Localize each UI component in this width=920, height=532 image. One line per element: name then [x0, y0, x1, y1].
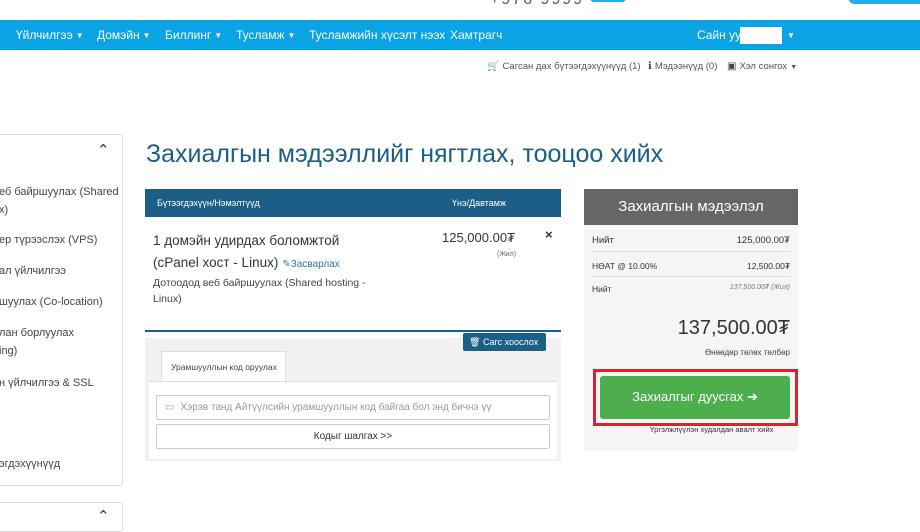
divider: [592, 251, 790, 252]
nav-domains[interactable]: Домэйн ▼: [97, 28, 151, 42]
sidebar-item-shared-hosting-cont[interactable]: х): [0, 201, 8, 219]
ticket-icon: ▭: [165, 402, 175, 413]
total-due-label: Өнөөдөр төлөх төлбөр: [704, 348, 790, 357]
sidebar-item-reseller-cont[interactable]: ing): [0, 342, 17, 360]
sidebar-item-services[interactable]: ал үйлчилгээ: [0, 262, 66, 280]
nav-billing[interactable]: Биллинг ▼: [165, 28, 222, 42]
caret-down-icon: ▼: [790, 64, 798, 71]
col-price-header: Үнэ/Давтамж: [452, 198, 506, 208]
chevron-up-icon[interactable]: ⌃: [97, 141, 110, 159]
product-name: 1 домэйн удирдах боломжтой (cPanel хост …: [153, 233, 340, 270]
view-cart-link[interactable]: 🛒 Сагсан дах бүтээгдэхүүнүүд (1): [487, 61, 641, 72]
user-caret-icon[interactable]: ▼: [784, 28, 795, 42]
tab-promo-code[interactable]: Урамшууллын код оруулах: [161, 351, 286, 381]
categories-sidebar: ⌃ еб байршуулах (Shared х) ер түрээслэх …: [0, 134, 123, 486]
trash-icon: 🗑: [469, 337, 481, 347]
promo-pane: ▭ Хэрэв танд Айтүүлсийн урамшууллын код б…: [149, 381, 557, 459]
col-product-header: Бүтээгдэхүүн/Нэмэлтүүд: [157, 198, 260, 208]
arrow-right-icon: ➔: [746, 389, 758, 404]
cart-icon: 🛒: [487, 61, 500, 72]
edit-product-link[interactable]: ✎Засварлах: [282, 259, 339, 270]
nav-user-greeting[interactable]: Сайн уу,: [697, 28, 743, 42]
recurring-label: Нийт: [592, 284, 612, 294]
chevron-up-icon[interactable]: ⌃: [97, 507, 110, 525]
subtotal-value: 125,000.00₮: [736, 235, 790, 246]
subtotal-label: Нийт: [592, 235, 614, 246]
recurring-value: 137,500.00₮ (Жил): [729, 284, 790, 291]
sidebar-item-colocation[interactable]: шуулах (Co-location): [0, 293, 103, 311]
info-icon: ℹ: [648, 61, 652, 72]
language-icon: ▣: [727, 61, 737, 72]
secondary-sidebar: ⌃: [0, 502, 123, 532]
page-title: Захиалгын мэдээллийг нягтлах, тооцоо хий…: [146, 140, 664, 168]
checkout-button[interactable]: Захиалгыг дуусгах ➔: [600, 376, 790, 419]
caret-down-icon: ▼: [287, 31, 296, 40]
order-summary-header: Захиалгын мэдээлэл: [584, 189, 798, 225]
product-price: 125,000.00₮: [442, 230, 516, 245]
order-summary: Захиалгын мэдээлэл Нийт 125,000.00₮ НӨАТ…: [584, 189, 798, 451]
nav-open-ticket[interactable]: Тусламжийн хүсэлт нээх: [309, 28, 445, 42]
top-strip: +976 9999: [0, 0, 920, 20]
continue-shopping-link[interactable]: Үргэлжлүүлэн худалдан авалт хийх: [650, 425, 773, 434]
sidebar-item-ssl[interactable]: н үйлчилгээ & SSL: [0, 374, 94, 392]
tax-value: 12,500.00₮: [746, 261, 790, 271]
main-navbar: Үйлчилгээ ▼ Домэйн ▼ Биллинг ▼ Тусламж ▼ Тус…: [0, 20, 920, 50]
pencil-icon: ✎: [282, 259, 291, 270]
nav-services[interactable]: Үйлчилгээ ▼: [16, 28, 84, 42]
product-group: Дотоодод веб байршуулах (Shared hosting …: [153, 277, 366, 305]
remove-item-icon[interactable]: ×: [545, 227, 553, 242]
sidebar-item-shared-hosting[interactable]: еб байршуулах (Shared: [0, 183, 119, 201]
empty-cart-button[interactable]: 🗑 Сагс хоослох: [463, 333, 546, 351]
tax-label: НӨАТ @ 10.00%: [592, 261, 658, 271]
cart-table-header: Бүтээгдэхүүн/Нэмэлтүүд Үнэ/Давтамж: [145, 189, 561, 217]
validate-code-button[interactable]: Кодыг шалгах >>: [156, 424, 550, 449]
caret-down-icon: ▼: [214, 31, 223, 40]
phone-number: +976 9999: [490, 0, 584, 9]
promo-code-input[interactable]: ▭ Хэрэв танд Айтүүлсийн урамшууллын код б…: [156, 395, 550, 420]
promo-code-panel: Урамшууллын код оруулах ▭ Хэрэв танд Айтү…: [145, 338, 561, 461]
divider: [592, 276, 790, 277]
cart-item-row: 1 домэйн удирдах боломжтой (cPanel хост …: [145, 217, 561, 332]
sidebar-item-products[interactable]: эгдэхүүнүүд: [0, 455, 60, 473]
caret-down-icon: ▼: [75, 31, 84, 40]
top-button[interactable]: [848, 0, 920, 4]
billing-cycle: (Жил): [497, 251, 517, 258]
caret-down-icon: ▼: [142, 31, 151, 40]
username-redacted: [740, 27, 782, 44]
total-due-amount: 137,500.00₮: [677, 317, 790, 339]
sidebar-item-reseller[interactable]: лан борлуулах: [0, 324, 74, 342]
nav-support[interactable]: Тусламж ▼: [236, 28, 295, 42]
language-chooser[interactable]: ▣ Хэл сонгох ▼: [727, 61, 797, 72]
sidebar-item-vps[interactable]: ер түрээслэх (VPS): [0, 231, 97, 249]
top-badge[interactable]: [590, 0, 626, 2]
nav-affiliates[interactable]: Хамтрагч: [450, 28, 502, 42]
notifications-link[interactable]: ℹ Мэдээнүүд (0): [648, 61, 717, 72]
